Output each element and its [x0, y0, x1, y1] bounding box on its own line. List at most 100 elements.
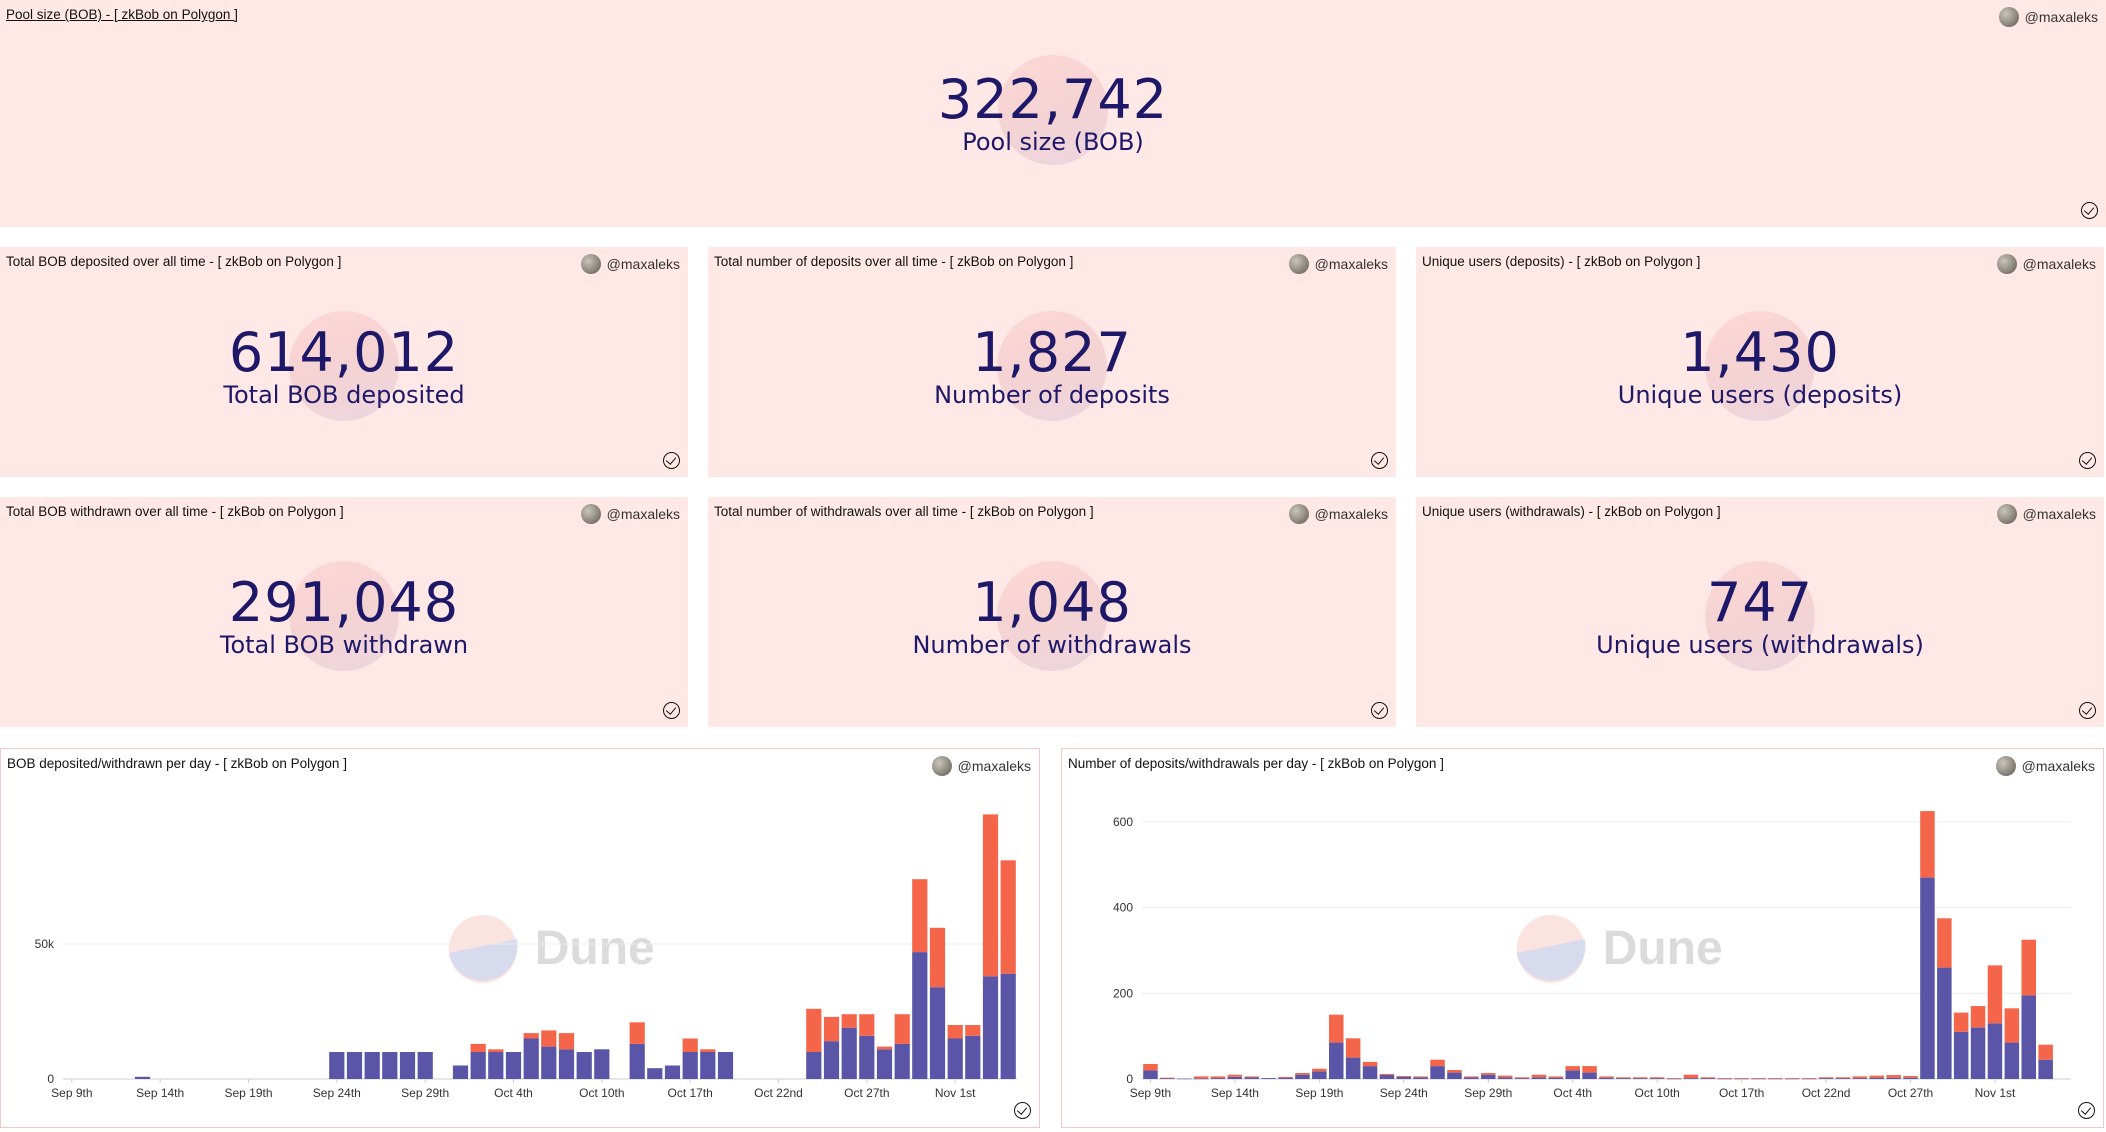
bar-segment[interactable] [1413, 1076, 1428, 1078]
bar-segment[interactable] [1953, 1031, 1969, 1079]
bar-segment[interactable] [876, 1046, 893, 1050]
bar-segment[interactable] [1464, 1077, 1479, 1079]
bar-segment[interactable] [1000, 973, 1016, 1079]
bar-segment[interactable] [1548, 1077, 1564, 1079]
bar-segment[interactable] [1987, 1023, 2003, 1079]
bar-segment[interactable] [1413, 1077, 1428, 1079]
bar-segment[interactable] [1531, 1074, 1547, 1078]
bar-segment[interactable] [1227, 1076, 1243, 1079]
bar-segment[interactable] [470, 1052, 486, 1079]
bar-segment[interactable] [1599, 1076, 1614, 1078]
bar-segment[interactable] [1565, 1066, 1581, 1071]
bar-segment[interactable] [1481, 1074, 1496, 1079]
bar-segment[interactable] [1649, 1077, 1665, 1079]
bar-segment[interactable] [929, 927, 946, 988]
bar-segment[interactable] [1379, 1073, 1395, 1075]
bar-segment[interactable] [541, 1030, 557, 1047]
bar-segment[interactable] [876, 1049, 893, 1079]
bar-segment[interactable] [1835, 1077, 1851, 1079]
bar-segment[interactable] [1261, 1078, 1276, 1079]
bar-segment[interactable] [1396, 1076, 1412, 1077]
bar-segment[interactable] [1970, 1027, 1986, 1079]
bar-segment[interactable] [1210, 1076, 1226, 1079]
bar-segment[interactable] [1835, 1078, 1851, 1079]
bar-segment[interactable] [2021, 939, 2037, 996]
bar-segment[interactable] [1447, 1072, 1462, 1079]
bar-segment[interactable] [1514, 1077, 1530, 1079]
bar-segment[interactable] [1312, 1071, 1327, 1079]
bar-segment[interactable] [1616, 1078, 1631, 1079]
bar-segment[interactable] [1768, 1078, 1783, 1079]
bar-segment[interactable] [1869, 1077, 1885, 1079]
bar-segment[interactable] [1345, 1057, 1361, 1079]
bar-segment[interactable] [947, 1038, 963, 1080]
bar-segment[interactable] [541, 1046, 557, 1079]
bar-segment[interactable] [452, 1065, 469, 1080]
bar-segment[interactable] [1616, 1077, 1631, 1079]
bar-segment[interactable] [1734, 1078, 1749, 1079]
bar-segment[interactable] [1362, 1061, 1378, 1067]
bar-segment[interactable] [859, 1014, 875, 1036]
bar-segment[interactable] [1430, 1059, 1445, 1067]
bar-segment[interactable] [1700, 1077, 1716, 1079]
bar-segment[interactable] [629, 1043, 645, 1079]
bar-segment[interactable] [912, 879, 928, 953]
bar-segment[interactable] [1227, 1074, 1243, 1077]
bar-segment[interactable] [647, 1068, 663, 1079]
bar-segment[interactable] [488, 1052, 504, 1079]
bar-segment[interactable] [1447, 1070, 1462, 1073]
bar-segment[interactable] [682, 1052, 698, 1079]
bar-segment[interactable] [1312, 1068, 1327, 1072]
bar-segment[interactable] [1649, 1078, 1665, 1079]
counter-title[interactable]: Total number of deposits over all time -… [714, 254, 1073, 269]
counter-title[interactable]: Unique users (withdrawals) - [ zkBob on … [1422, 504, 1721, 519]
bar-segment[interactable] [346, 1052, 363, 1079]
bar-segment[interactable] [1531, 1077, 1547, 1079]
bar-segment[interactable] [1633, 1078, 1648, 1079]
bar-segment[interactable] [1886, 1077, 1901, 1079]
bar-segment[interactable] [1801, 1078, 1817, 1079]
bar-segment[interactable] [894, 1014, 910, 1044]
author-link[interactable]: @maxaleks [580, 504, 680, 524]
bar-segment[interactable] [806, 1008, 822, 1052]
bar-segment[interactable] [1464, 1076, 1479, 1078]
bar-segment[interactable] [505, 1052, 522, 1079]
bar-segment[interactable] [2021, 995, 2037, 1079]
bar-segment[interactable] [1717, 1078, 1733, 1079]
bar-segment[interactable] [1937, 967, 1952, 1079]
bar-segment[interactable] [1329, 1014, 1344, 1043]
bar-segment[interactable] [1396, 1076, 1412, 1079]
bar-segment[interactable] [2004, 1042, 2020, 1079]
bar-segment[interactable] [841, 1014, 857, 1028]
bar-segment[interactable] [488, 1049, 504, 1052]
bar-segment[interactable] [1210, 1078, 1226, 1079]
author-link[interactable]: @maxaleks [1288, 504, 1388, 524]
bar-segment[interactable] [364, 1052, 380, 1079]
bar-segment[interactable] [1143, 1064, 1158, 1071]
bar-segment[interactable] [982, 976, 999, 1079]
bar-segment[interactable] [700, 1052, 716, 1079]
bar-segment[interactable] [1818, 1078, 1834, 1079]
bar-segment[interactable] [1379, 1074, 1395, 1079]
author-link[interactable]: @maxaleks [1998, 7, 2098, 27]
bar-segment[interactable] [1666, 1078, 1682, 1079]
bar-segment[interactable] [1244, 1077, 1260, 1079]
bar-segment[interactable] [841, 1027, 857, 1079]
counter-title[interactable]: Total number of withdrawals over all tim… [714, 504, 1094, 519]
author-link[interactable]: @maxaleks [1996, 504, 2096, 524]
bar-segment[interactable] [1548, 1076, 1564, 1078]
bar-segment[interactable] [894, 1043, 910, 1079]
bar-segment[interactable] [1599, 1077, 1614, 1079]
bar-segment[interactable] [523, 1038, 539, 1080]
bar-segment[interactable] [1970, 1006, 1986, 1028]
bar-segment[interactable] [1497, 1075, 1513, 1078]
bar-segment[interactable] [1345, 1038, 1361, 1058]
bar-segment[interactable] [1143, 1070, 1158, 1079]
bar-segment[interactable] [594, 1049, 610, 1079]
bar-segment[interactable] [1869, 1075, 1885, 1078]
bar-segment[interactable] [134, 1076, 151, 1079]
counter-title[interactable]: Total BOB deposited over all time - [ zk… [6, 254, 341, 269]
bar-segment[interactable] [1633, 1077, 1648, 1079]
bar-segment[interactable] [2038, 1059, 2053, 1079]
bar-segment[interactable] [1818, 1077, 1834, 1079]
